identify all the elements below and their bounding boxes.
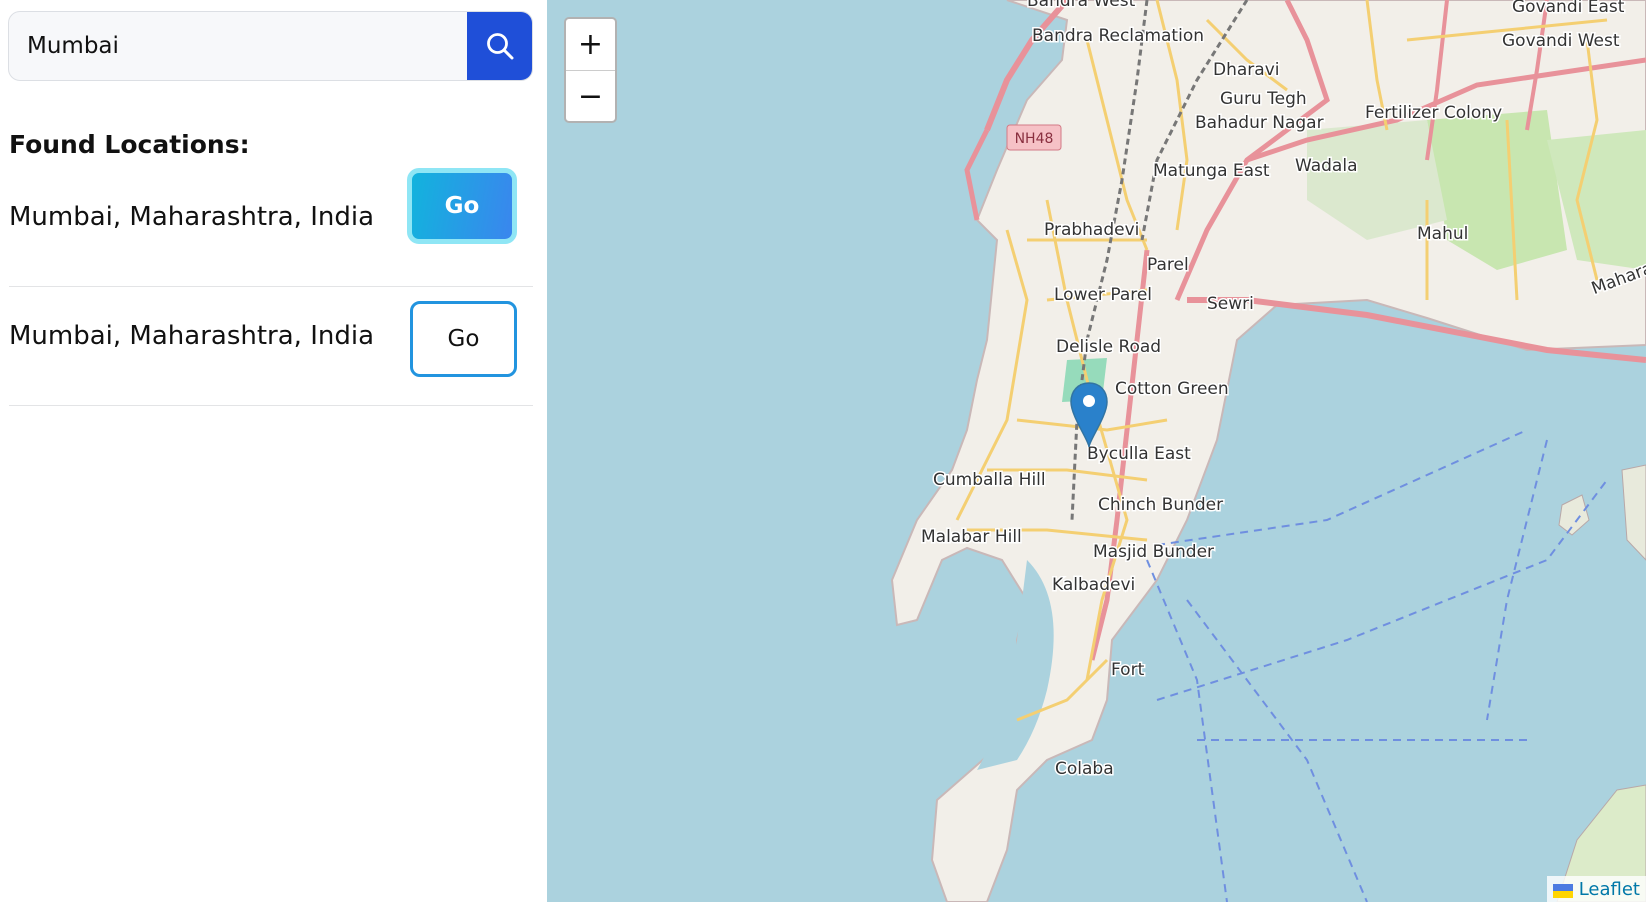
place-label: Lower Parel xyxy=(1054,285,1152,305)
place-label: Mahul xyxy=(1417,224,1468,244)
place-label: Chinch Bunder xyxy=(1098,495,1223,515)
map[interactable]: Bandra West Bandra Reclamation Govandi E… xyxy=(547,0,1646,902)
location-label: Mumbai, Maharashtra, India xyxy=(9,321,375,351)
list-item: Mumbai, Maharashtra, India Go xyxy=(9,168,533,287)
place-label: Colaba xyxy=(1055,759,1114,779)
map-attribution[interactable]: Leaflet xyxy=(1546,876,1646,902)
map-pin-icon[interactable] xyxy=(1069,381,1109,455)
zoom-control: + − xyxy=(564,17,617,123)
highway-shield: NH48 xyxy=(1006,124,1062,151)
attribution-link[interactable]: Leaflet xyxy=(1579,879,1640,900)
list-item: Mumbai, Maharashtra, India Go xyxy=(9,287,533,406)
place-label: Delisle Road xyxy=(1056,337,1161,357)
svg-text:NH48: NH48 xyxy=(1015,131,1054,147)
place-label: Fertilizer Colony xyxy=(1365,103,1502,123)
place-label: Guru Tegh xyxy=(1220,89,1307,109)
place-label: Govandi East xyxy=(1512,0,1625,17)
place-label: Wadala xyxy=(1295,156,1358,176)
place-label: Fort xyxy=(1111,660,1145,680)
place-label: Cumballa Hill xyxy=(933,470,1046,490)
search-box xyxy=(8,11,533,81)
location-label: Mumbai, Maharashtra, India xyxy=(9,202,375,232)
place-label: Prabhadevi xyxy=(1044,220,1139,240)
results-heading: Found Locations: xyxy=(9,130,250,159)
place-label: Matunga East xyxy=(1153,161,1270,181)
place-label: Bandra West xyxy=(1027,0,1136,11)
go-button[interactable]: Go xyxy=(407,168,517,244)
place-label: Govandi West xyxy=(1502,31,1620,51)
zoom-in-button[interactable]: + xyxy=(566,19,615,71)
place-label: Parel xyxy=(1147,255,1189,275)
place-label: Bahadur Nagar xyxy=(1195,113,1324,133)
place-label: Malabar Hill xyxy=(921,527,1022,547)
zoom-out-button[interactable]: − xyxy=(566,71,615,122)
place-label: Bandra Reclamation xyxy=(1032,26,1204,46)
place-label: Kalbadevi xyxy=(1052,575,1135,595)
ukraine-flag-icon xyxy=(1552,882,1573,898)
sidebar: Found Locations: Mumbai, Maharashtra, In… xyxy=(0,0,547,902)
place-label: Sewri xyxy=(1207,294,1254,314)
go-button[interactable]: Go xyxy=(410,301,517,377)
search-input[interactable] xyxy=(9,12,469,80)
search-button[interactable] xyxy=(467,12,532,80)
place-label: Dharavi xyxy=(1213,60,1279,80)
place-label: Cotton Green xyxy=(1115,379,1229,399)
place-label: Masjid Bunder xyxy=(1093,542,1214,562)
search-icon xyxy=(486,33,513,60)
